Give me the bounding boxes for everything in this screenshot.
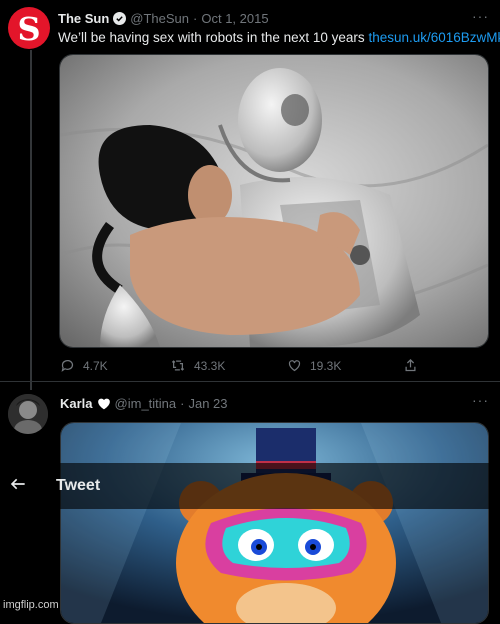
retweet-button[interactable]: 43.3K: [170, 358, 287, 373]
separator: ·: [193, 11, 198, 26]
page-title: Tweet: [56, 477, 101, 494]
photo-robot-woman: [60, 55, 488, 347]
avatar[interactable]: S: [8, 7, 50, 49]
separator: ·: [180, 396, 185, 411]
display-name[interactable]: Karla: [60, 396, 93, 411]
photo-animatronic-bear: [61, 423, 488, 623]
tweet-header: Karla @im_titina · Jan 23: [60, 396, 228, 411]
display-name[interactable]: The Sun: [58, 11, 109, 26]
tweet-header: The Sun @TheSun · Oct 1, 2015: [58, 11, 269, 26]
handle[interactable]: @im_titina: [115, 396, 177, 411]
more-options-button[interactable]: ···: [472, 392, 489, 408]
arrow-left-icon: [10, 478, 25, 489]
sun-logo-icon: S: [17, 10, 40, 48]
white-heart-icon: [97, 398, 110, 410]
share-icon: [405, 358, 416, 372]
verified-badge-icon: [113, 12, 127, 25]
reply-button[interactable]: 4.7K: [60, 358, 170, 373]
timestamp[interactable]: Oct 1, 2015: [201, 11, 268, 26]
back-button[interactable]: [10, 477, 30, 496]
reply-count: 4.7K: [83, 358, 108, 373]
share-button[interactable]: [403, 358, 418, 373]
reply-icon: [61, 359, 74, 372]
tweet-text: We’ll be having sex with robots in the n…: [58, 30, 500, 45]
like-button[interactable]: 19.3K: [287, 358, 403, 373]
retweet-count: 43.3K: [194, 358, 226, 373]
tweet-the-sun[interactable]: S The Sun @TheSun · Oct 1, 2015 ··· We’l…: [0, 0, 500, 381]
karla-avatar-image: [8, 394, 48, 434]
tweet-page-header: Tweet: [0, 463, 500, 509]
heart-icon: [288, 360, 301, 372]
imgflip-watermark: imgflip.com: [3, 599, 59, 611]
retweet-icon: [171, 360, 185, 371]
tweet-image[interactable]: [60, 422, 489, 624]
tweet-link[interactable]: thesun.uk/6016BzwMk: [368, 30, 500, 45]
tweet-image[interactable]: [59, 54, 489, 348]
svg-text:S: S: [17, 10, 40, 48]
more-options-button[interactable]: ···: [472, 8, 489, 24]
tweet-actions: 4.7K 43.3K 19.3K: [60, 358, 460, 373]
tweet-text-body: We’ll be having sex with robots in the n…: [58, 30, 365, 45]
avatar[interactable]: [8, 394, 48, 434]
handle[interactable]: @TheSun: [130, 11, 189, 26]
like-count: 19.3K: [310, 358, 342, 373]
timestamp[interactable]: Jan 23: [188, 396, 227, 411]
